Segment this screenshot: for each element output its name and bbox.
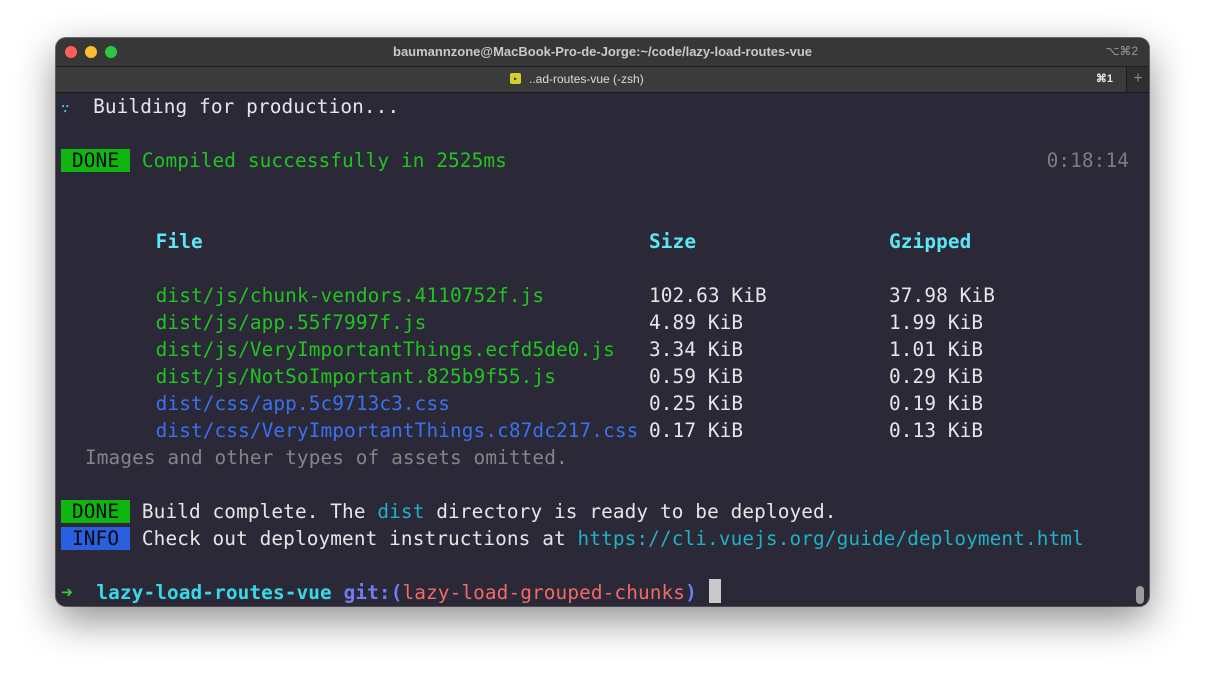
window-title: baumannzone@MacBook-Pro-de-Jorge:~/code/… xyxy=(393,44,812,59)
building-text: Building for production... xyxy=(93,95,400,118)
info-line: INFO Check out deployment instructions a… xyxy=(61,525,1084,552)
git-label: git:( xyxy=(343,581,403,604)
deployment-link[interactable]: https://cli.vuejs.org/guide/deployment.h… xyxy=(578,527,1084,550)
header-size: Size xyxy=(649,230,697,253)
done-badge: DONE xyxy=(61,500,131,523)
tab-shortcut: ⌘1 xyxy=(1095,73,1113,85)
dist-word: dist xyxy=(377,500,425,523)
file-name: dist/css/VeryImportantThings.c87dc217.cs… xyxy=(155,419,639,442)
scrollbar-thumb[interactable] xyxy=(1136,586,1144,604)
file-size: 0.17 KiB xyxy=(649,419,744,442)
prompt-arrow-icon: ➜ xyxy=(61,581,73,604)
terminal-window: baumannzone@MacBook-Pro-de-Jorge:~/code/… xyxy=(56,38,1149,606)
omitted-note: Images and other types of assets omitted… xyxy=(85,446,568,469)
compiled-line: DONE Compiled successfully in 2525ms 0:18… xyxy=(61,147,1131,174)
compiled-text: Compiled successfully in 2525ms xyxy=(141,149,507,172)
elapsed-time: 0:18:14 xyxy=(1046,149,1129,172)
build-complete-pre: Build complete. The xyxy=(141,500,378,523)
tab-bar: ▸ ..ad-routes-vue (-zsh) ⌘1 + xyxy=(56,67,1149,93)
building-line: ∵ Building for production... xyxy=(61,93,399,120)
build-complete-post: directory is ready to be deployed. xyxy=(424,500,837,523)
tab-label: ..ad-routes-vue (-zsh) xyxy=(529,72,644,86)
terminal-icon: ▸ xyxy=(510,73,521,84)
text-cursor[interactable] xyxy=(708,579,721,603)
header-gzipped: Gzipped xyxy=(889,230,972,253)
info-text: Check out deployment instructions at xyxy=(141,527,578,550)
table-row: dist/js/VeryImportantThings.ecfd5de0.js 3… xyxy=(85,309,1131,361)
window-shortcut: ⌥⌘2 xyxy=(1105,44,1138,58)
spinner-icon: ∵ xyxy=(61,101,70,117)
new-tab-button[interactable]: + xyxy=(1126,67,1149,92)
table-header: File Size Gzipped xyxy=(85,201,1131,253)
prompt-directory: lazy-load-routes-vue xyxy=(96,581,332,604)
build-complete-line: DONE Build complete. The dist directory … xyxy=(61,498,837,525)
prompt-line[interactable]: ➜ lazy-load-routes-vue git:(lazy-load-gr… xyxy=(61,579,721,606)
table-row: dist/css/VeryImportantThings.c87dc217.cs… xyxy=(85,390,1131,442)
terminal-output[interactable]: ∵ Building for production... DONE Compil… xyxy=(61,93,1131,606)
table-row: dist/js/NotSoImportant.825b9f55.js 0.59 K… xyxy=(85,336,1131,388)
scrollbar[interactable] xyxy=(1133,94,1147,606)
done-badge: DONE xyxy=(61,149,131,172)
file-gzipped: 0.13 KiB xyxy=(889,419,984,442)
tab-zsh[interactable]: ▸ ..ad-routes-vue (-zsh) ⌘1 xyxy=(56,67,1127,92)
header-file: File xyxy=(155,230,203,253)
info-badge: INFO xyxy=(61,527,131,550)
git-branch: lazy-load-grouped-chunks xyxy=(402,581,686,604)
title-bar[interactable]: baumannzone@MacBook-Pro-de-Jorge:~/code/… xyxy=(56,38,1149,67)
table-row: dist/js/chunk-vendors.4110752f.js 102.63 … xyxy=(85,255,1131,307)
table-row: dist/js/app.55f7997f.js 4.89 KiB 1.99 KiB xyxy=(85,282,1131,334)
git-close: ) xyxy=(685,581,697,604)
table-row: dist/css/app.5c9713c3.css 0.25 KiB 0.19 Ki… xyxy=(85,363,1131,415)
